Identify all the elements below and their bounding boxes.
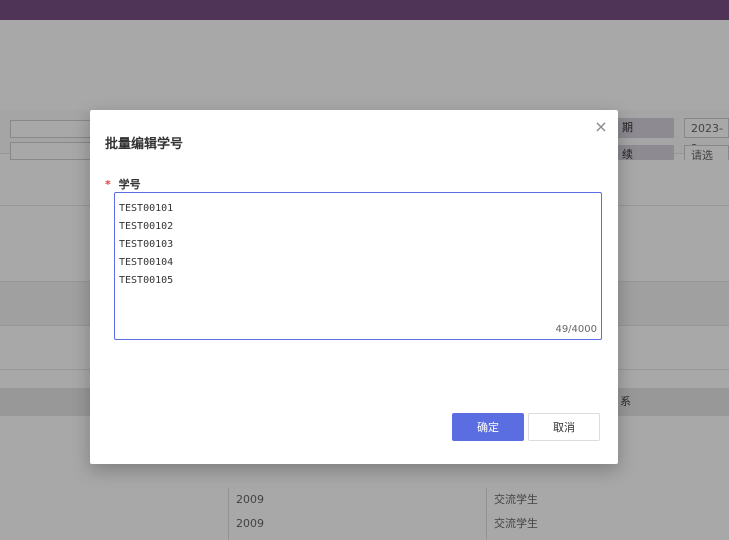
textarea-lines: TEST00101 TEST00102 TEST00103 TEST00104 … [119, 200, 173, 290]
cancel-button[interactable]: 取消 [528, 413, 600, 441]
student-id-label: * 学号 [105, 176, 141, 192]
page: 期 2023-2 续 请选择 系 2009 [0, 0, 729, 540]
modal-title: 批量编辑学号 [105, 137, 184, 152]
student-id-textarea[interactable]: TEST00101 TEST00102 TEST00103 TEST00104 … [114, 192, 602, 340]
close-icon[interactable]: × [594, 119, 608, 135]
student-id-line: TEST00101 [119, 203, 174, 214]
batch-edit-student-id-modal: 批量编辑学号 × * 学号 TEST00101 TEST00102 TEST00… [90, 110, 618, 464]
student-id-line: TEST00105 [119, 275, 174, 286]
student-id-line: TEST00103 [119, 239, 174, 250]
student-id-line: TEST00104 [119, 257, 174, 268]
confirm-button[interactable]: 确定 [452, 413, 524, 441]
student-id-line: TEST00102 [119, 221, 174, 232]
character-counter: 49/4000 [555, 324, 597, 335]
student-id-label-text: 学号 [118, 178, 141, 191]
required-asterisk: * [105, 178, 111, 191]
